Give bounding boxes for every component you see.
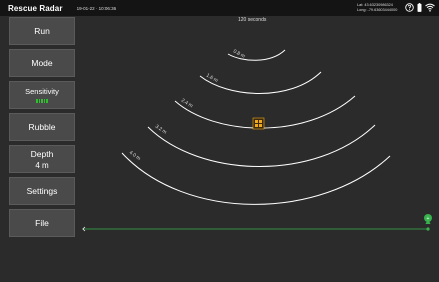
radar-view: 0.8 m 1.6 m 2.4 m 3.2 m 4.0 m +	[82, 48, 432, 232]
radar-ring-4	[147, 124, 376, 167]
radar-ring-2	[199, 71, 322, 94]
svg-text:+: +	[427, 216, 430, 222]
ring-label-5: 4.0 m	[128, 150, 142, 162]
radar-ring-3	[174, 95, 356, 129]
ring-label-3: 2.4 m	[180, 98, 194, 110]
ring-label-2: 1.6 m	[205, 73, 219, 84]
slider-thumb[interactable]: +	[424, 214, 432, 231]
timeline-slider[interactable]: +	[82, 214, 432, 232]
radar-ring-5	[121, 152, 391, 205]
target-marker[interactable]	[252, 117, 265, 130]
